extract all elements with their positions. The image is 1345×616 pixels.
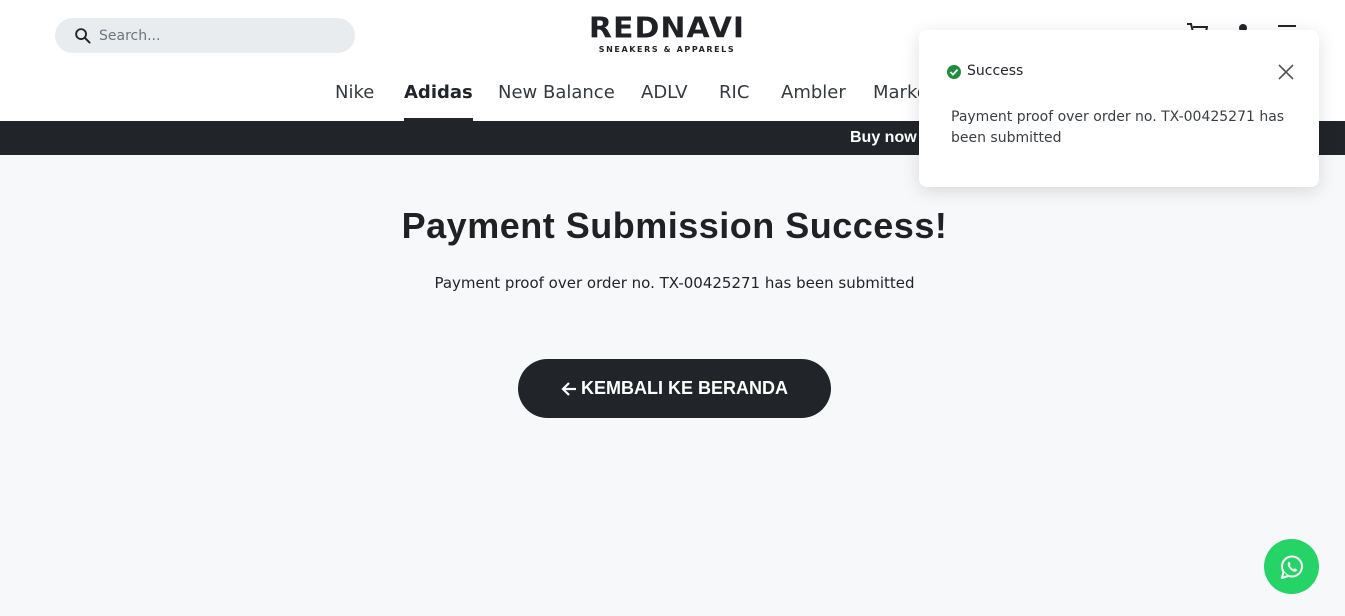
whatsapp-icon xyxy=(1280,555,1303,579)
search-icon xyxy=(75,28,91,44)
back-button-label: KEMBALI KE BERANDA xyxy=(581,378,788,398)
success-message: Payment proof over order no. TX-00425271… xyxy=(434,274,915,292)
toast-title: Success xyxy=(967,63,1024,79)
check-circle-icon xyxy=(947,65,961,79)
nav-item-adlv[interactable]: ADLV xyxy=(641,80,688,121)
main-content: Payment Submission Success! Payment proo… xyxy=(0,155,1345,616)
success-toast: Success Payment proof over order no. TX-… xyxy=(919,30,1319,187)
back-to-home-button[interactable]: KEMBALI KE BERANDA xyxy=(518,359,831,418)
promo-text[interactable]: Buy now xyxy=(850,129,917,147)
nav-item-adidas[interactable]: Adidas xyxy=(404,80,473,121)
nav-item-nike[interactable]: Nike xyxy=(335,80,374,121)
nav-item-ambler[interactable]: Ambler xyxy=(781,80,846,121)
page-title: Payment Submission Success! xyxy=(401,205,948,246)
logo-subtitle: SNEAKERS & APPARELS xyxy=(598,45,736,54)
nav-item-ric[interactable]: RIC xyxy=(719,80,749,121)
close-icon[interactable] xyxy=(1277,63,1295,81)
nav-item-new-balance[interactable]: New Balance xyxy=(498,80,615,121)
arrow-left-icon xyxy=(561,381,576,396)
logo[interactable]: REDNAVI SNEAKERS & APPARELS xyxy=(583,14,751,55)
whatsapp-chat-button[interactable] xyxy=(1264,539,1319,594)
search-input[interactable] xyxy=(99,18,339,53)
toast-message: Payment proof over order no. TX-00425271… xyxy=(951,109,1285,146)
logo-text: REDNAVI xyxy=(588,11,746,46)
search-bar[interactable] xyxy=(55,18,355,53)
